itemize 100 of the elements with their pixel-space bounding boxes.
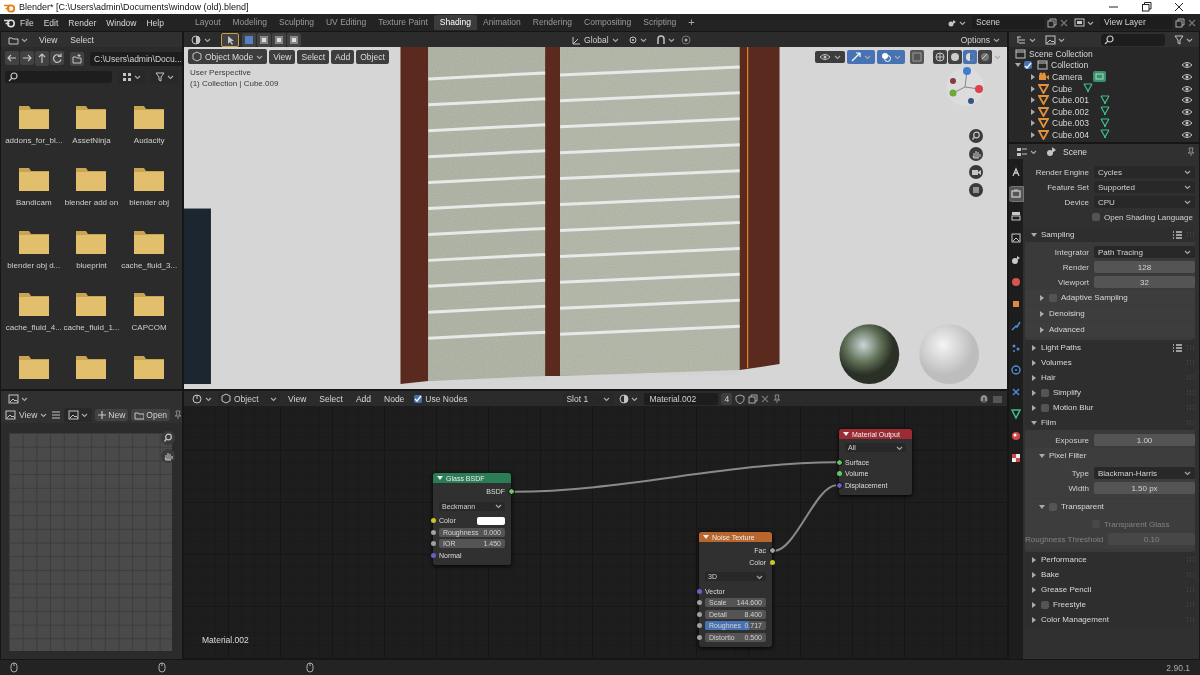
new-image-button[interactable]: New bbox=[95, 408, 129, 421]
snapping-icon[interactable] bbox=[979, 393, 989, 404]
selection-mode-icon[interactable] bbox=[257, 32, 271, 47]
property-tab-icon[interactable] bbox=[1009, 407, 1023, 421]
checkbox[interactable] bbox=[1041, 403, 1049, 412]
workspace-tab[interactable]: Animation bbox=[476, 15, 527, 30]
refresh-icon[interactable] bbox=[50, 51, 64, 65]
panel-header[interactable]: Denoising bbox=[1025, 306, 1195, 321]
folder-name[interactable]: CAPCOM bbox=[131, 323, 167, 333]
options-dropdown[interactable]: Options bbox=[957, 33, 1003, 46]
panel-header[interactable]: Bake bbox=[1025, 567, 1195, 582]
blender-logo-icon[interactable] bbox=[4, 17, 15, 28]
checkbox[interactable] bbox=[414, 394, 423, 403]
workspace-tab[interactable]: Sculpting bbox=[273, 15, 320, 30]
folder-icon[interactable] bbox=[17, 291, 50, 318]
mesh-data-icon[interactable] bbox=[1099, 129, 1110, 141]
folder-icon[interactable] bbox=[75, 228, 108, 255]
user-count[interactable]: 4 bbox=[721, 392, 733, 405]
property-tab-icon[interactable] bbox=[1009, 209, 1023, 223]
view-layer-field[interactable]: View Layer bbox=[1100, 16, 1172, 29]
mesh-data-icon[interactable] bbox=[1099, 117, 1110, 129]
maximize-icon[interactable] bbox=[1141, 2, 1152, 12]
outliner-item[interactable]: Cube.001 bbox=[1052, 95, 1089, 106]
folder-icon[interactable] bbox=[17, 166, 50, 193]
outliner-item[interactable]: Camera bbox=[1052, 72, 1083, 82]
dropdown[interactable]: Cycles bbox=[1094, 166, 1195, 178]
close-icon[interactable] bbox=[1174, 2, 1184, 12]
select-tool-button[interactable] bbox=[221, 32, 239, 47]
input-socket[interactable] bbox=[696, 588, 702, 594]
orientation-dropdown[interactable]: Global bbox=[568, 33, 622, 46]
menu-item[interactable]: File bbox=[15, 15, 39, 30]
folder-icon[interactable] bbox=[75, 166, 108, 193]
folder-icon[interactable] bbox=[75, 353, 108, 380]
input-socket[interactable] bbox=[430, 552, 436, 558]
folder-icon[interactable] bbox=[75, 104, 108, 130]
list-icon[interactable] bbox=[1172, 230, 1182, 239]
material-name-field[interactable]: Material.002 bbox=[644, 392, 719, 405]
checkbox[interactable] bbox=[1092, 213, 1100, 221]
color-swatch[interactable] bbox=[477, 516, 505, 525]
outliner-item[interactable]: Collection bbox=[1051, 60, 1089, 71]
parent-folder-icon[interactable] bbox=[35, 51, 49, 66]
mesh-data-icon[interactable] bbox=[1099, 106, 1110, 118]
dropdown[interactable]: CPU bbox=[1094, 196, 1195, 208]
expand-arrow-icon[interactable] bbox=[1029, 74, 1035, 80]
view-menu-button[interactable]: View bbox=[4, 408, 49, 421]
output-socket[interactable] bbox=[769, 559, 775, 565]
expand-arrow-icon[interactable] bbox=[1029, 85, 1035, 92]
menu-icon[interactable] bbox=[51, 409, 62, 420]
workspace-tab[interactable]: Rendering bbox=[526, 15, 578, 30]
input-socket[interactable] bbox=[836, 471, 842, 477]
folder-name[interactable]: cache_fluid_1... bbox=[63, 323, 120, 333]
panel-header[interactable]: Pixel Filter bbox=[1025, 448, 1195, 463]
folder-icon[interactable] bbox=[133, 228, 166, 255]
panel-header[interactable]: Simplify bbox=[1025, 385, 1195, 400]
menu-item[interactable]: Add bbox=[350, 391, 377, 406]
dropdown[interactable]: Blackman-Harris bbox=[1094, 467, 1195, 479]
selection-mode-icon[interactable] bbox=[287, 32, 301, 47]
folder-name[interactable]: blender obj bbox=[129, 198, 169, 208]
input-socket[interactable] bbox=[696, 600, 702, 606]
scene-name-field[interactable]: Scene bbox=[972, 16, 1044, 29]
outliner-item[interactable]: Cube.003 bbox=[1052, 118, 1089, 129]
folder-icon[interactable] bbox=[17, 228, 50, 255]
workspace-tab[interactable]: Compositing bbox=[578, 15, 638, 30]
folder-icon[interactable] bbox=[133, 104, 166, 130]
object-type-dropdown[interactable]: Object bbox=[218, 392, 280, 405]
menu-item[interactable]: Window bbox=[101, 15, 142, 30]
outliner-item[interactable]: Cube bbox=[1052, 83, 1073, 94]
output-socket[interactable] bbox=[769, 548, 775, 554]
fake-user-icon[interactable] bbox=[735, 393, 746, 404]
panel-header[interactable]: Performance bbox=[1025, 552, 1195, 567]
number-field[interactable]: 1.50 px bbox=[1094, 482, 1195, 494]
pin-icon[interactable] bbox=[173, 409, 182, 420]
expand-arrow-icon[interactable] bbox=[1029, 120, 1035, 127]
camera-icon[interactable] bbox=[969, 165, 983, 179]
search-field[interactable] bbox=[5, 71, 112, 83]
folder-icon[interactable] bbox=[133, 166, 166, 193]
menu-item[interactable]: Render bbox=[63, 15, 102, 30]
menu-item[interactable]: Node bbox=[379, 391, 410, 406]
checkbox[interactable] bbox=[1041, 388, 1049, 397]
number-field[interactable]: 128 bbox=[1094, 261, 1195, 273]
mode-dropdown[interactable]: Object Mode bbox=[188, 49, 268, 64]
folder-name[interactable]: AssetNinja bbox=[72, 136, 111, 145]
navigation-gizmo-icon[interactable] bbox=[945, 67, 985, 107]
workspace-tab[interactable]: UV Editing bbox=[319, 15, 373, 30]
panel-header[interactable]: Color Management bbox=[1025, 612, 1195, 627]
panel-header[interactable]: Freestyle bbox=[1025, 597, 1195, 612]
panel-header[interactable]: Light Paths bbox=[1025, 340, 1195, 355]
folder-name[interactable]: cache_fluid_3... bbox=[121, 260, 178, 270]
folder-icon[interactable] bbox=[17, 104, 50, 130]
property-tab-icon[interactable] bbox=[1009, 429, 1023, 443]
menu-item[interactable]: View bbox=[283, 391, 312, 406]
folder-icon[interactable] bbox=[133, 353, 166, 380]
menu-item[interactable]: Select bbox=[314, 391, 348, 406]
folder-name[interactable]: Audacity bbox=[133, 136, 165, 145]
panel-header[interactable]: Sampling bbox=[1025, 227, 1195, 242]
hand-icon[interactable] bbox=[969, 147, 983, 161]
add-workspace-button[interactable]: + bbox=[682, 15, 701, 30]
input-socket[interactable] bbox=[696, 623, 702, 629]
eye-icon[interactable] bbox=[1181, 107, 1193, 116]
panel-header[interactable]: Advanced bbox=[1025, 322, 1195, 337]
